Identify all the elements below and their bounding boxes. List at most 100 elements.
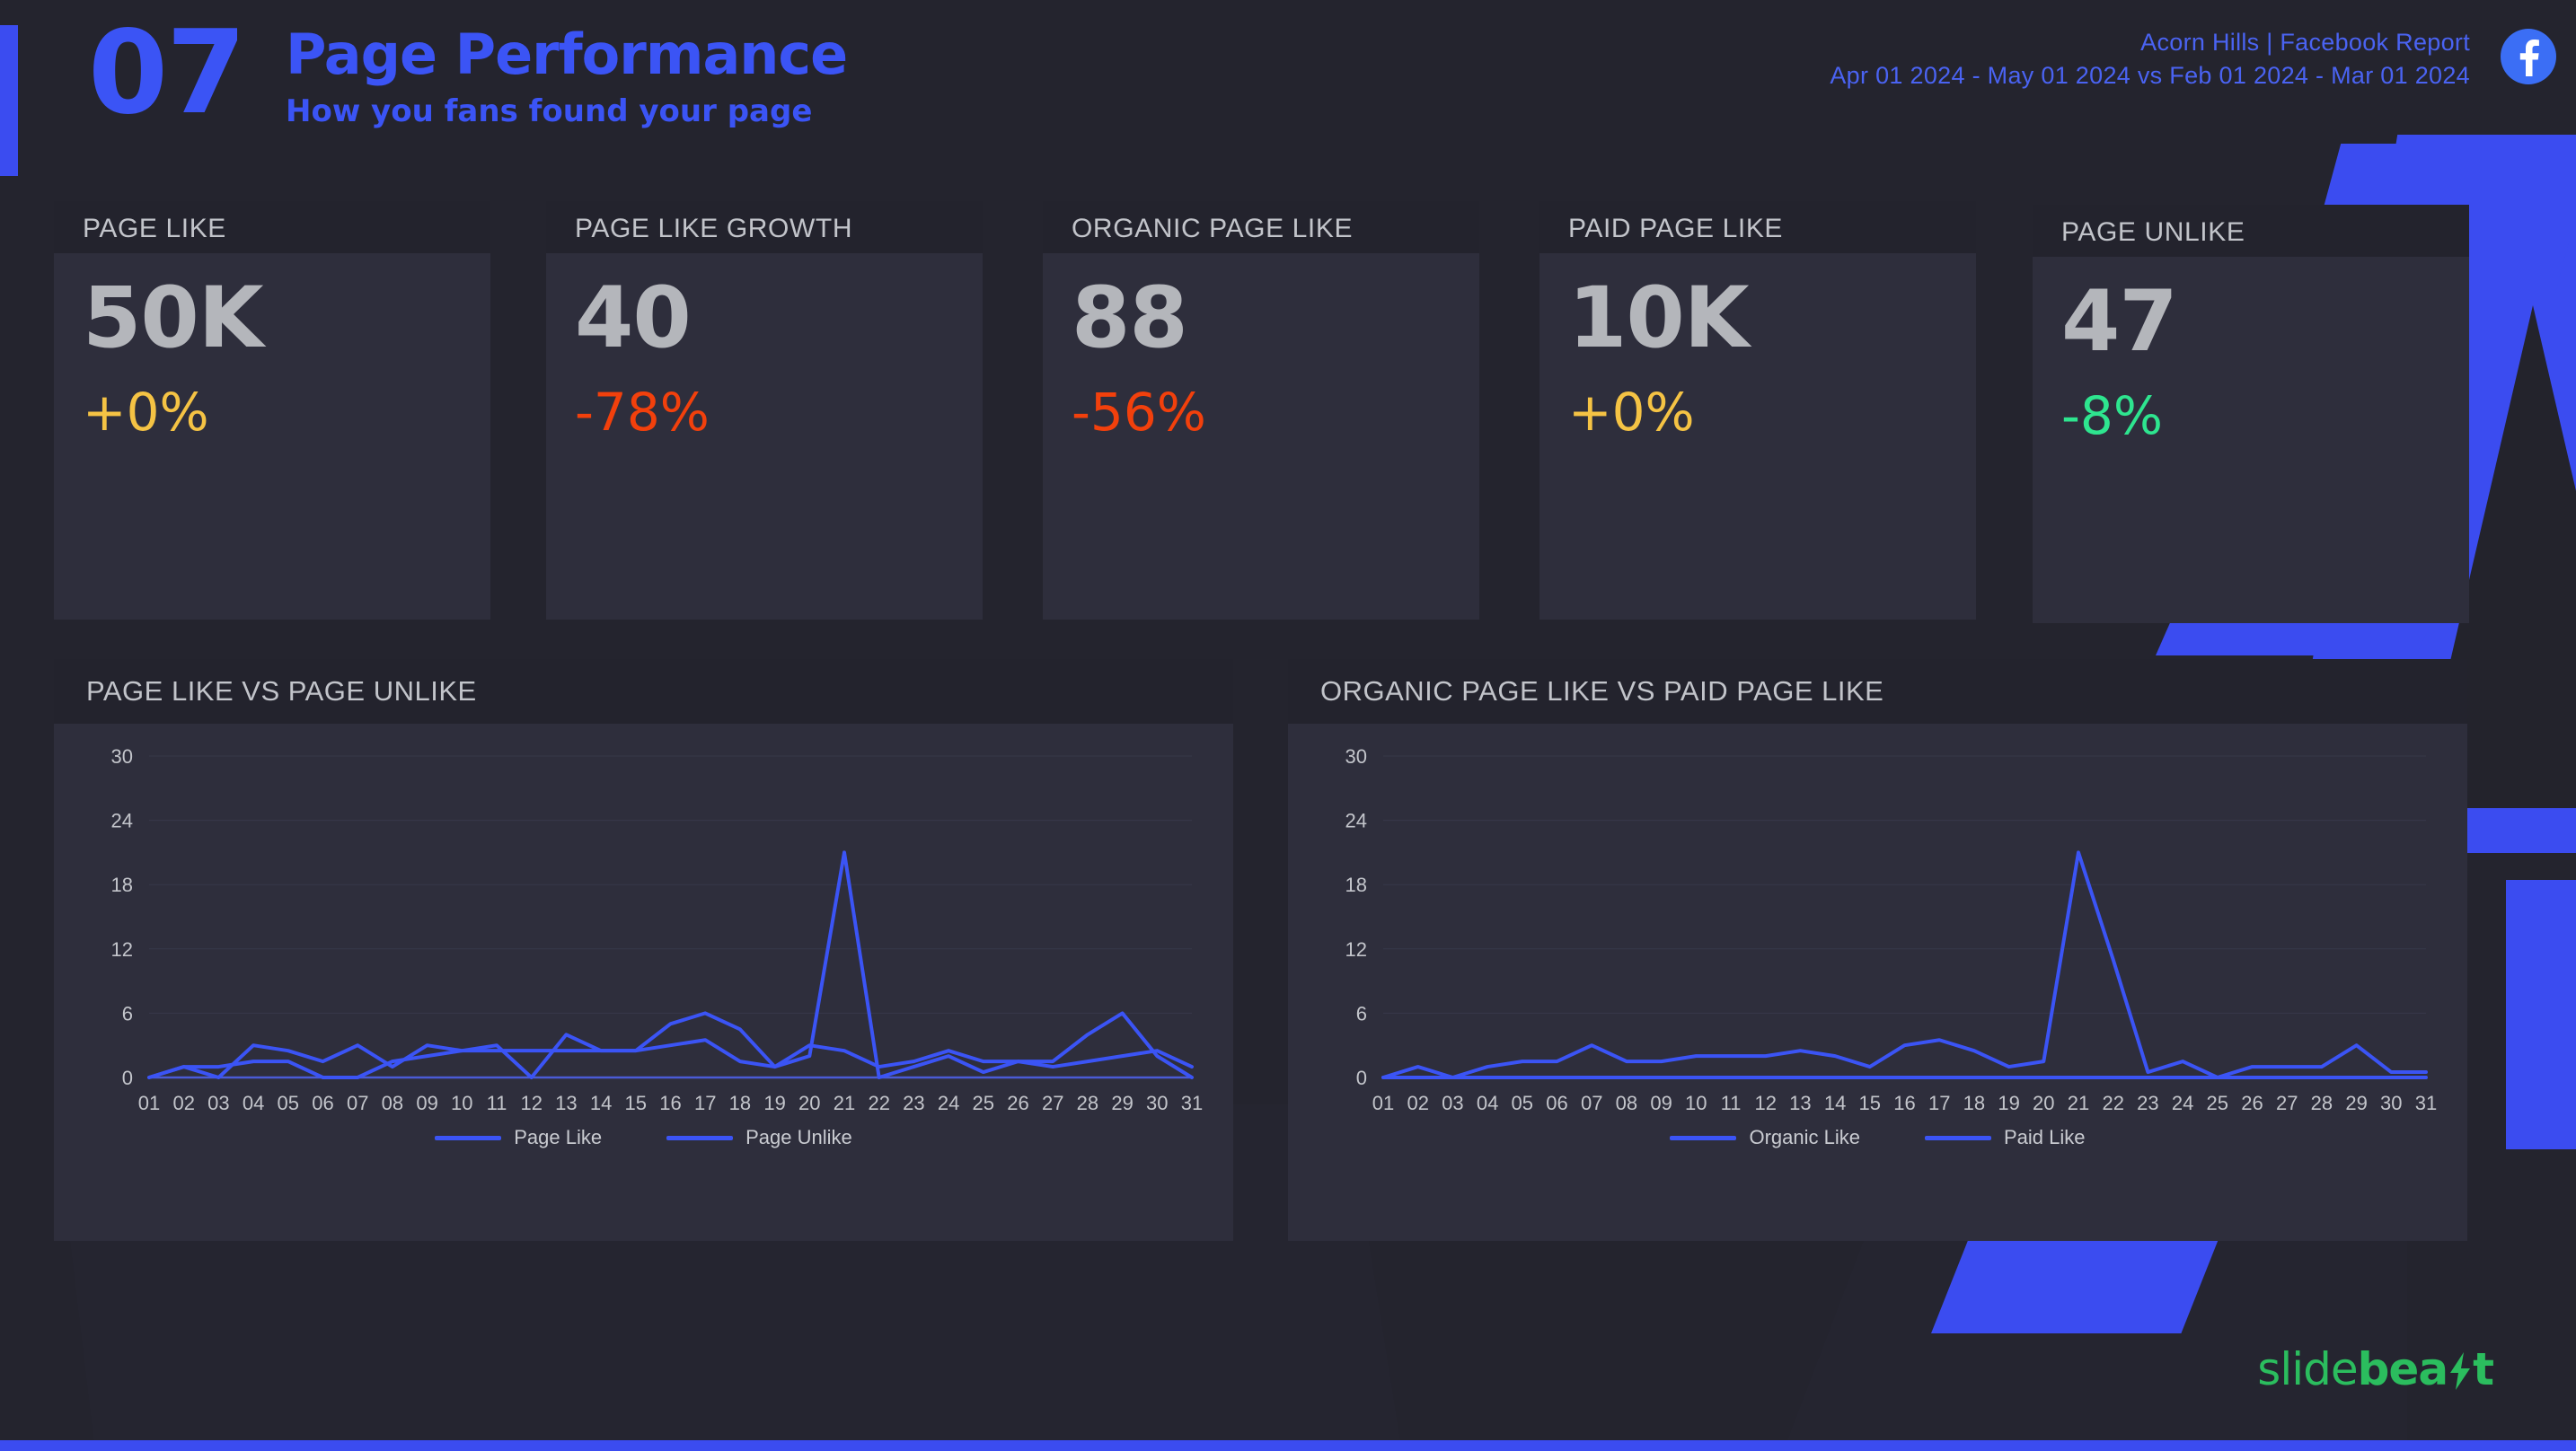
legend-label: Page Like xyxy=(514,1126,603,1148)
brand-part-light: slide xyxy=(2257,1343,2358,1395)
legend-line-icon xyxy=(1925,1135,1991,1140)
kpi-value: 40 xyxy=(575,269,692,367)
svg-text:04: 04 xyxy=(1477,1092,1498,1114)
svg-text:03: 03 xyxy=(1442,1092,1463,1114)
chart-header: ORGANIC PAGE LIKE VS PAID PAGE LIKE xyxy=(1288,659,2467,724)
line-chart-organic-vs-paid[interactable]: 061218243001 02 03 04 05 06 07 08 09 10 11 12 13 14 15… xyxy=(1313,743,2442,1130)
svg-text:02: 02 xyxy=(1407,1092,1428,1114)
legend-item-organic-like[interactable]: Organic Like xyxy=(1670,1126,1860,1149)
svg-text:6: 6 xyxy=(122,1002,133,1024)
kpi-card-organic-page-like[interactable]: ORGANIC PAGE LIKE 88 -56% xyxy=(1043,201,1479,620)
legend-item-paid-like[interactable]: Paid Like xyxy=(1925,1126,2086,1149)
svg-text:28: 28 xyxy=(2311,1092,2333,1114)
svg-text:20: 20 xyxy=(2033,1092,2054,1114)
svg-text:29: 29 xyxy=(2345,1092,2367,1114)
chart-card-page-like-vs-page-unlike[interactable]: PAGE LIKE VS PAGE UNLIKE 0 6 12 18 24 30 01 02 0… xyxy=(54,659,1233,1241)
svg-text:18: 18 xyxy=(1963,1092,1985,1114)
kpi-card-page-like-growth[interactable]: PAGE LIKE GROWTH 40 -78% xyxy=(546,201,983,620)
brand-part-bold: bea xyxy=(2357,1343,2448,1395)
kpi-header: PAID PAGE LIKE xyxy=(1539,201,1976,253)
svg-text:01: 01 xyxy=(138,1092,160,1114)
svg-text:30: 30 xyxy=(1146,1092,1168,1114)
svg-text:17: 17 xyxy=(694,1092,716,1114)
svg-text:08: 08 xyxy=(1616,1092,1637,1114)
kpi-body: 88 -56% xyxy=(1043,253,1479,443)
kpi-body: 40 -78% xyxy=(546,253,983,439)
svg-text:31: 31 xyxy=(1181,1092,1203,1114)
slide-header: 07 Page Performance How you fans found y… xyxy=(0,0,2576,180)
kpi-delta: +0% xyxy=(1568,382,1695,443)
svg-text:24: 24 xyxy=(938,1092,959,1114)
page-subtitle: How you fans found your page xyxy=(286,93,813,129)
svg-text:09: 09 xyxy=(416,1092,437,1114)
kpi-value: 47 xyxy=(2061,273,2178,371)
kpi-delta: -8% xyxy=(2061,385,2163,446)
kpi-label: PAGE UNLIKE xyxy=(2061,217,2245,247)
svg-text:01: 01 xyxy=(1372,1092,1394,1114)
date-range: Apr 01 2024 - May 01 2024 vs Feb 01 2024… xyxy=(1830,62,2470,89)
legend-line-icon xyxy=(666,1135,734,1140)
legend-item-page-like[interactable]: Page Like xyxy=(435,1126,602,1149)
kpi-card-page-unlike[interactable]: PAGE UNLIKE 47 -8% xyxy=(2033,205,2469,623)
kpi-card-page-like[interactable]: PAGE LIKE 50K +0% xyxy=(54,201,490,620)
kpi-header: PAGE LIKE xyxy=(54,201,490,253)
svg-text:0: 0 xyxy=(122,1067,133,1089)
chart-legend: Organic Like Paid Like xyxy=(1288,1126,2467,1149)
chart-title: ORGANIC PAGE LIKE VS PAID PAGE LIKE xyxy=(1320,675,1884,707)
svg-text:23: 23 xyxy=(2137,1092,2158,1114)
deco-blue-parallelogram-bottom xyxy=(1931,1239,2219,1333)
svg-text:18: 18 xyxy=(729,1092,751,1114)
report-meta: Acorn Hills | Facebook Report Apr 01 202… xyxy=(1830,29,2470,90)
legend-line-icon xyxy=(435,1135,502,1140)
chart-card-organic-vs-paid[interactable]: ORGANIC PAGE LIKE VS PAID PAGE LIKE 0 6 12… xyxy=(1288,659,2467,1241)
kpi-label: PAGE LIKE xyxy=(83,214,226,243)
svg-text:21: 21 xyxy=(2068,1092,2089,1114)
bottom-accent-bar xyxy=(0,1440,2576,1451)
chart-header: PAGE LIKE VS PAGE UNLIKE xyxy=(54,659,1233,724)
svg-text:06: 06 xyxy=(1546,1092,1567,1114)
svg-text:21: 21 xyxy=(834,1092,855,1114)
line-chart-page-like-vs-page-unlike[interactable]: 061218243001 02 03 04 05 06 07 08 09 10 11 12 13 14 15… xyxy=(79,743,1208,1130)
svg-text:28: 28 xyxy=(1077,1092,1098,1114)
svg-text:22: 22 xyxy=(868,1092,889,1114)
kpi-label: PAID PAGE LIKE xyxy=(1568,214,1784,243)
svg-text:29: 29 xyxy=(1111,1092,1133,1114)
slide-number: 07 xyxy=(88,6,246,140)
kpi-value: 88 xyxy=(1072,269,1188,367)
kpi-card-paid-page-like[interactable]: PAID PAGE LIKE 10K +0% xyxy=(1539,201,1976,620)
chart-legend: Page Like Page Unlike xyxy=(54,1126,1233,1149)
svg-text:24: 24 xyxy=(1345,810,1367,832)
svg-text:15: 15 xyxy=(625,1092,647,1114)
legend-item-page-unlike[interactable]: Page Unlike xyxy=(666,1126,852,1149)
kpi-label: ORGANIC PAGE LIKE xyxy=(1072,214,1354,243)
deco-blue-block xyxy=(2506,880,2576,1149)
svg-text:13: 13 xyxy=(1789,1092,1811,1114)
svg-text:30: 30 xyxy=(2380,1092,2402,1114)
svg-text:16: 16 xyxy=(1893,1092,1915,1114)
svg-text:26: 26 xyxy=(1007,1092,1028,1114)
svg-text:27: 27 xyxy=(2276,1092,2298,1114)
lightning-bolt-icon xyxy=(2448,1349,2472,1390)
facebook-icon xyxy=(2501,29,2556,84)
svg-text:24: 24 xyxy=(2172,1092,2193,1114)
svg-text:20: 20 xyxy=(798,1092,820,1114)
svg-text:14: 14 xyxy=(590,1092,612,1114)
kpi-row: PAGE LIKE 50K +0% PAGE LIKE GROWTH 40 -7… xyxy=(54,201,2522,623)
svg-text:16: 16 xyxy=(659,1092,681,1114)
kpi-delta: -56% xyxy=(1072,382,1206,443)
dashboard-slide: 07 Page Performance How you fans found y… xyxy=(0,0,2576,1451)
svg-text:12: 12 xyxy=(1345,938,1367,961)
svg-text:11: 11 xyxy=(1721,1092,1742,1114)
kpi-delta: +0% xyxy=(83,382,209,443)
svg-text:08: 08 xyxy=(382,1092,403,1114)
kpi-header: PAGE UNLIKE xyxy=(2033,205,2469,257)
kpi-value: 50K xyxy=(83,269,264,367)
svg-text:18: 18 xyxy=(1345,874,1367,896)
kpi-header: PAGE LIKE GROWTH xyxy=(546,201,983,253)
chart-plot-area: 0 6 12 18 24 30 01 02 03 04 05 06 07 08 09 10 11 12 13 14 15… xyxy=(54,724,1233,1173)
brand-part-bold-end: t xyxy=(2473,1343,2494,1395)
kpi-header: ORGANIC PAGE LIKE xyxy=(1043,201,1479,253)
svg-text:05: 05 xyxy=(1512,1092,1533,1114)
svg-text:05: 05 xyxy=(278,1092,299,1114)
svg-text:30: 30 xyxy=(1345,745,1367,768)
